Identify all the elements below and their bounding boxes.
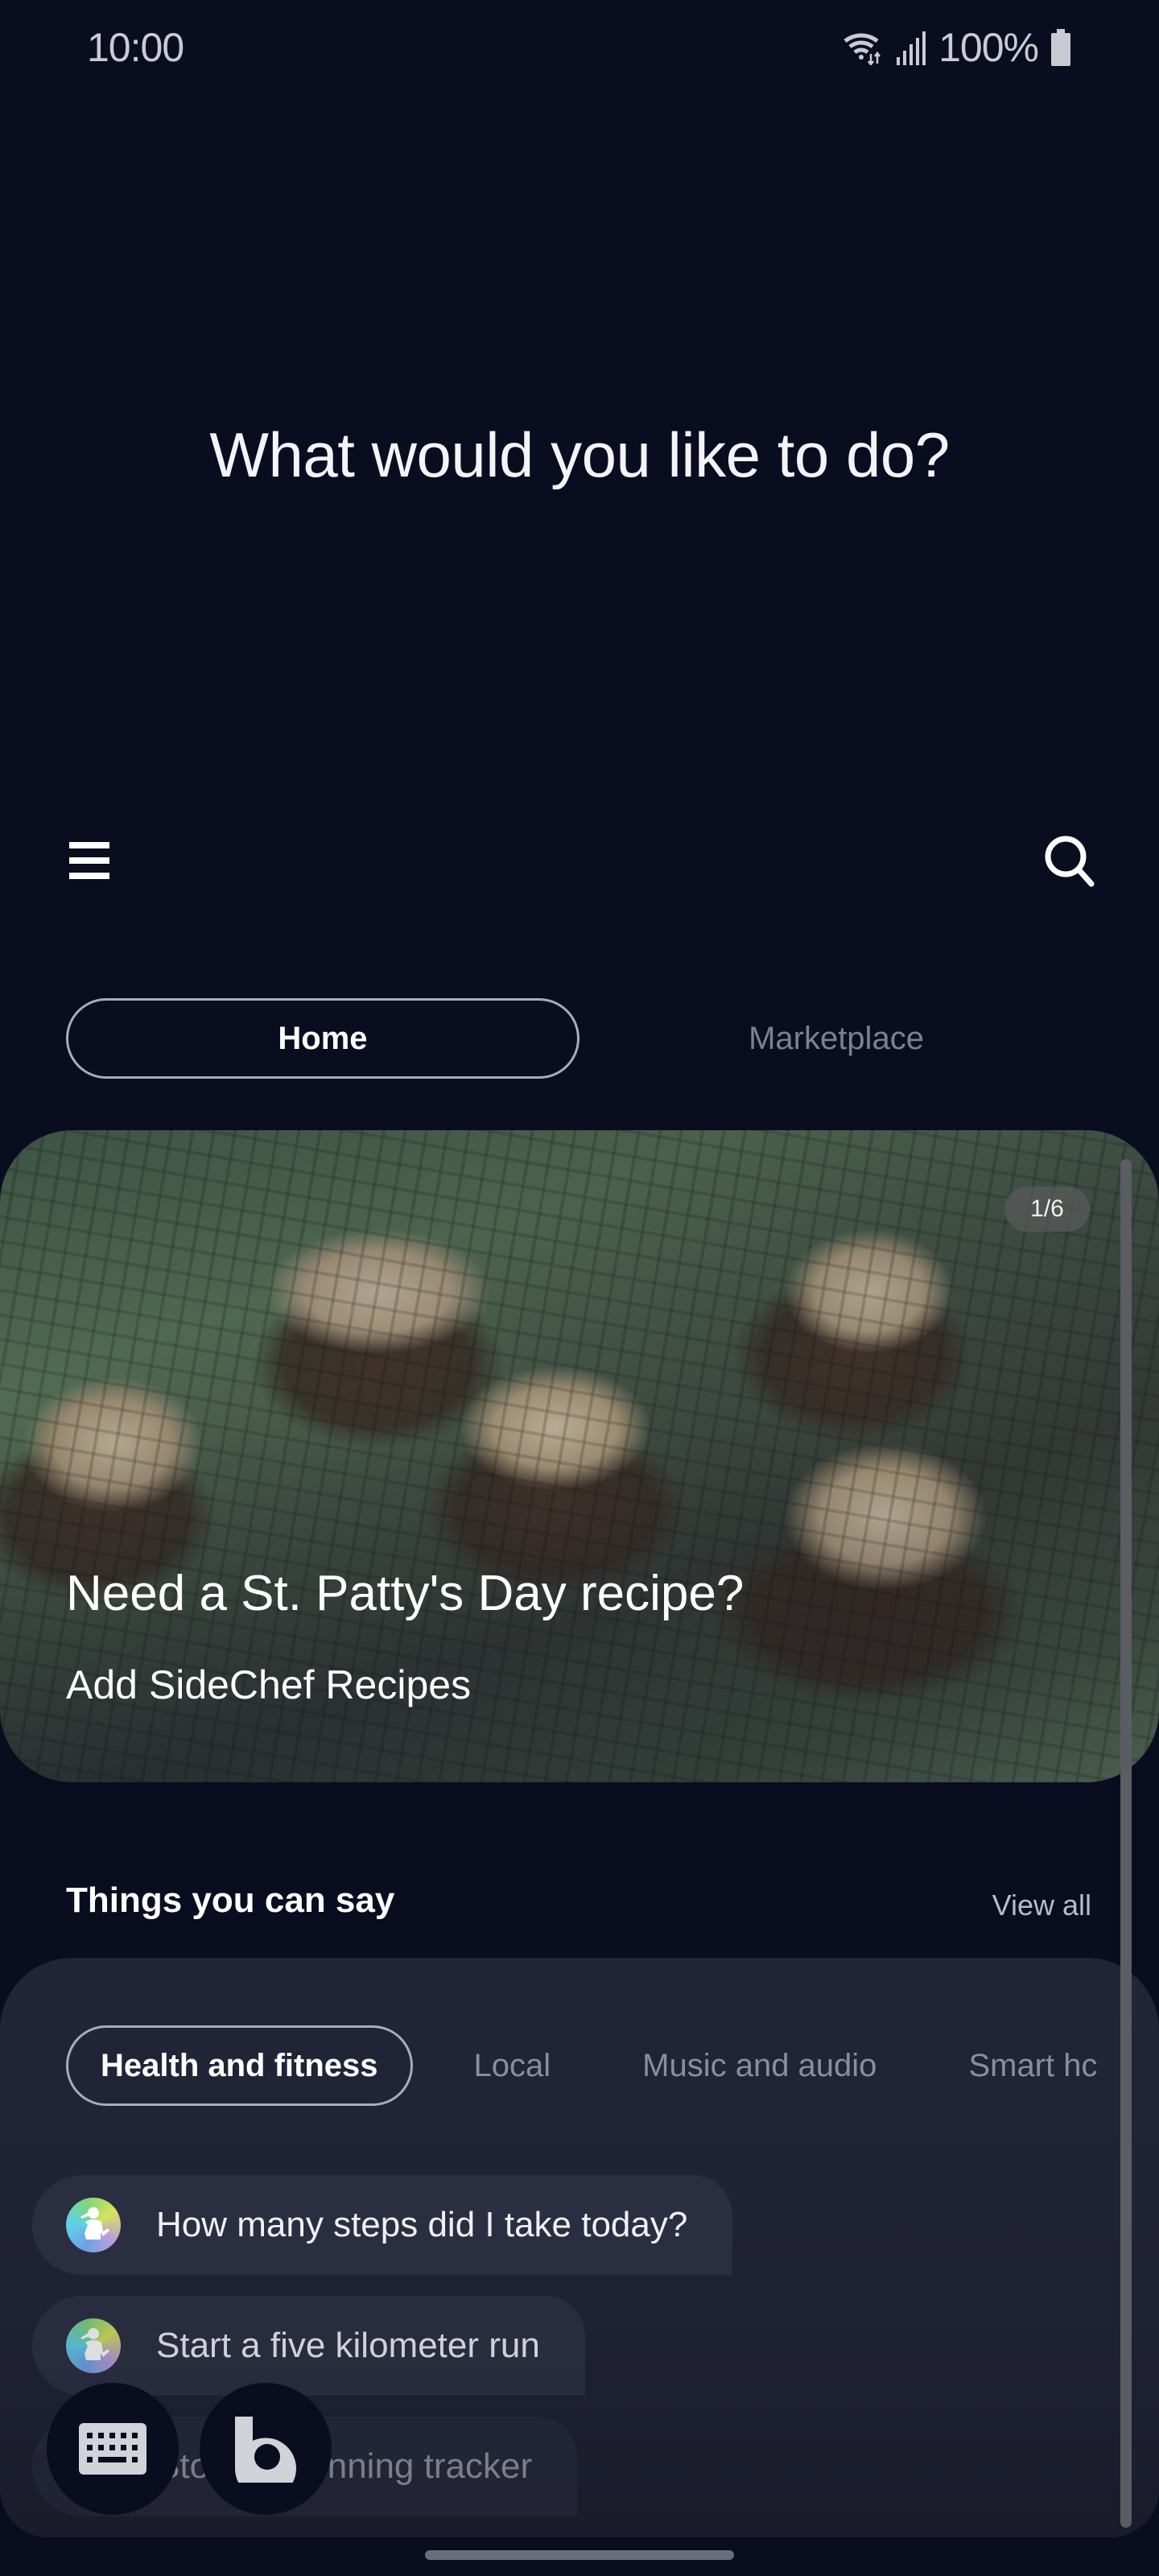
- hero-banner[interactable]: 1/6 Need a St. Patty's Day recipe? Add S…: [0, 1130, 1159, 1782]
- status-bar: 10:00 100%: [0, 0, 1159, 97]
- samsung-health-icon: [66, 2318, 121, 2373]
- carousel-counter: 1/6: [1004, 1187, 1090, 1232]
- chip-smart-home[interactable]: Smart hc: [968, 2025, 1096, 2106]
- keyboard-icon: [79, 2423, 146, 2475]
- status-time: 10:00: [87, 25, 184, 70]
- hero-subtitle: Add SideChef Recipes: [66, 1662, 472, 1707]
- utterance-text: Start a five kilometer run: [156, 2326, 540, 2365]
- home-indicator[interactable]: [425, 2550, 734, 2560]
- hero-title: Need a St. Patty's Day recipe?: [66, 1566, 744, 1621]
- keyboard-button[interactable]: [47, 2383, 179, 2515]
- samsung-health-icon: [66, 2198, 121, 2252]
- tab-bar: Home Marketplace: [66, 998, 1093, 1079]
- bixby-button[interactable]: [200, 2383, 332, 2515]
- hamburger-menu-icon: [66, 842, 114, 879]
- greeting-title: What would you like to do?: [209, 419, 950, 490]
- status-icons: 100%: [842, 24, 1072, 71]
- signal-icon: [895, 30, 927, 65]
- tab-home[interactable]: Home: [66, 998, 580, 1079]
- category-chips: Health and fitness Local Music and audio…: [66, 2025, 1096, 2106]
- bixby-icon: [235, 2417, 296, 2483]
- chip-local[interactable]: Local: [474, 2025, 551, 2106]
- wifi-icon: [842, 30, 884, 65]
- battery-icon: [1050, 29, 1072, 66]
- search-button[interactable]: [1038, 829, 1103, 894]
- search-icon: [1045, 836, 1095, 887]
- battery-percent: 100%: [938, 25, 1039, 70]
- chip-health-and-fitness[interactable]: Health and fitness: [66, 2025, 413, 2106]
- section-title: Things you can say: [66, 1880, 395, 1920]
- chip-music-and-audio[interactable]: Music and audio: [642, 2025, 876, 2106]
- utterance-item[interactable]: How many steps did I take today?: [32, 2175, 733, 2275]
- utterance-text: How many steps did I take today?: [156, 2205, 688, 2244]
- tab-marketplace[interactable]: Marketplace: [580, 998, 1093, 1079]
- utterance-item[interactable]: Start a five kilometer run: [32, 2296, 585, 2396]
- view-all-link[interactable]: View all: [992, 1889, 1091, 1922]
- menu-button[interactable]: [66, 837, 114, 886]
- scrollbar[interactable]: [1120, 1159, 1132, 2528]
